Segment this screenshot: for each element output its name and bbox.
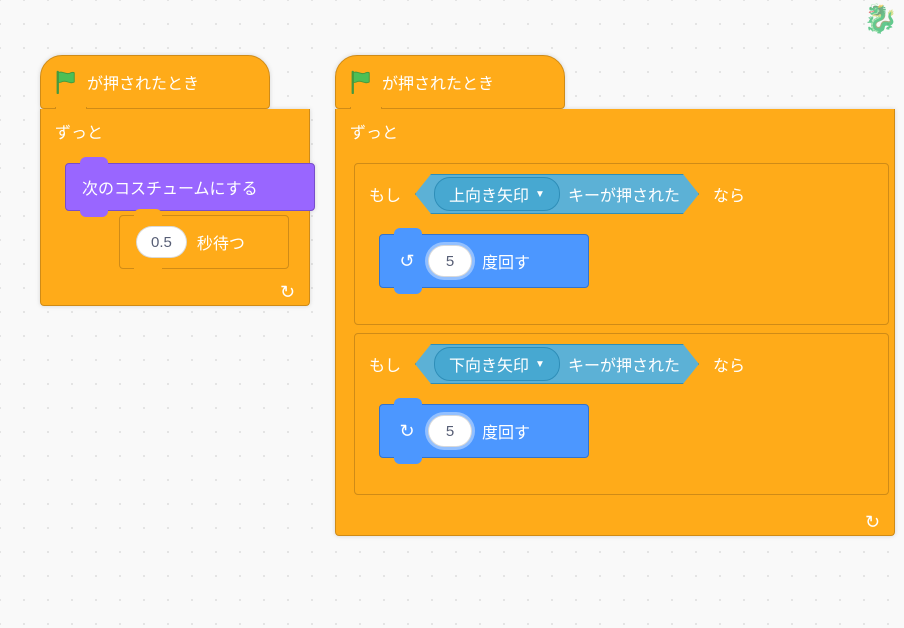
turn-ccw-degrees-input[interactable]: 5	[428, 245, 472, 277]
forever-label: ずっと	[350, 119, 398, 143]
turn-ccw-icon: ↺	[396, 250, 418, 272]
turn-suffix: 度回す	[482, 249, 530, 273]
forever-foot	[336, 505, 894, 535]
if-block-down[interactable]: もし 下向き矢印 ▼ キーが押された なら ↻ 5 度回す	[354, 333, 889, 495]
sprite-thumbnail: 🐉	[863, 2, 898, 35]
if-label: もし	[369, 352, 401, 376]
next-costume-block[interactable]: 次のコスチュームにする	[65, 163, 315, 211]
then-label: なら	[713, 182, 745, 206]
wait-suffix: 秒待つ	[197, 230, 245, 254]
green-flag-icon	[55, 70, 77, 94]
then-label: なら	[713, 352, 745, 376]
if-foot	[355, 464, 888, 494]
key-pressed-sensing-up[interactable]: 上向き矢印 ▼ キーが押された	[415, 174, 699, 214]
key-pressed-sensing-down[interactable]: 下向き矢印 ▼ キーが押された	[415, 344, 699, 384]
turn-suffix: 度回す	[482, 419, 530, 443]
key-dropdown-down[interactable]: 下向き矢印 ▼	[434, 347, 560, 381]
hat-label: が押されたとき	[87, 70, 199, 94]
key-down-label: 下向き矢印	[449, 352, 529, 376]
forever-label: ずっと	[55, 119, 103, 143]
dropdown-arrow-icon: ▼	[535, 189, 545, 200]
key-pressed-suffix: キーが押された	[568, 182, 680, 206]
key-up-label: 上向き矢印	[449, 182, 529, 206]
script-stack-2[interactable]: が押されたとき ずっと もし 上向き矢印 ▼ キーが押された なら	[335, 55, 895, 536]
green-flag-icon	[350, 70, 372, 94]
key-pressed-suffix: キーが押された	[568, 352, 680, 376]
turn-cw-icon: ↻	[396, 420, 418, 442]
key-dropdown-up[interactable]: 上向き矢印 ▼	[434, 177, 560, 211]
wait-block[interactable]: 0.5 秒待つ	[119, 215, 289, 269]
turn-cw-block[interactable]: ↻ 5 度回す	[379, 404, 589, 458]
turn-cw-degrees-input[interactable]: 5	[428, 415, 472, 447]
forever-block[interactable]: ずっと 次のコスチュームにする 0.5 秒待つ	[40, 109, 310, 306]
dropdown-arrow-icon: ▼	[535, 359, 545, 370]
when-flag-clicked-hat-2[interactable]: が押されたとき	[335, 55, 565, 109]
when-flag-clicked-hat[interactable]: が押されたとき	[40, 55, 270, 109]
if-foot	[355, 294, 888, 324]
forever-foot	[41, 275, 309, 305]
wait-seconds-input[interactable]: 0.5	[136, 226, 187, 258]
turn-ccw-block[interactable]: ↺ 5 度回す	[379, 234, 589, 288]
hat-label: が押されたとき	[382, 70, 494, 94]
if-label: もし	[369, 182, 401, 206]
next-costume-label: 次のコスチュームにする	[82, 175, 258, 199]
forever-block-2[interactable]: ずっと もし 上向き矢印 ▼ キーが押された なら	[335, 109, 895, 536]
script-stack-1[interactable]: が押されたとき ずっと 次のコスチュームにする 0.5 秒待つ	[40, 55, 310, 306]
if-block-up[interactable]: もし 上向き矢印 ▼ キーが押された なら ↺ 5 度回す	[354, 163, 889, 325]
